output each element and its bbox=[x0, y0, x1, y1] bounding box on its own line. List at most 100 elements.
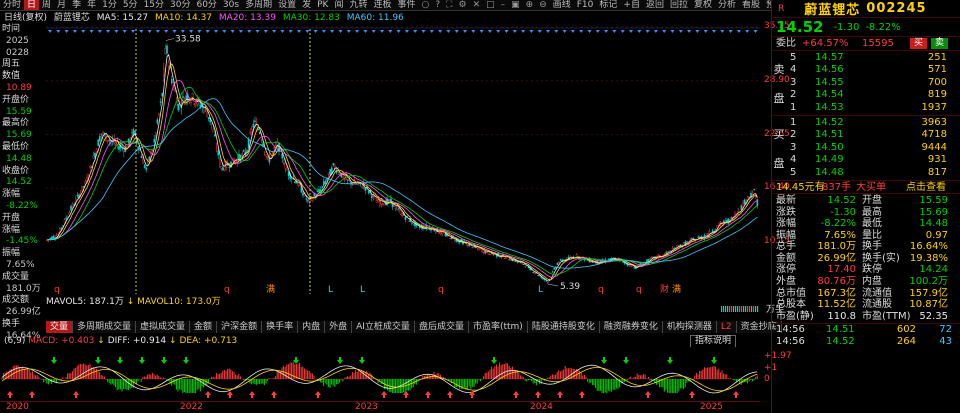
event-mark[interactable]: L bbox=[538, 285, 543, 295]
bid-row[interactable]: 5 14.48 817 bbox=[772, 167, 960, 179]
event-mark[interactable]: q bbox=[438, 285, 444, 295]
indicator-tab-11[interactable]: 陆股通持股变化 bbox=[527, 321, 600, 333]
period-tab-1[interactable]: 日 bbox=[24, 0, 40, 10]
event-mark[interactable]: q bbox=[224, 285, 230, 295]
period-tab-11[interactable]: 30s bbox=[220, 0, 242, 10]
tool-button-r2-7[interactable]: 分析 bbox=[715, 0, 739, 10]
candle-body bbox=[63, 219, 66, 224]
stat-value: -1.30 bbox=[830, 206, 856, 218]
ask-row[interactable]: 1 14.53 1937 bbox=[772, 102, 960, 114]
candle-body bbox=[70, 205, 72, 211]
info-value: 2025 bbox=[6, 35, 29, 46]
period-tab-13[interactable]: 设置 bbox=[275, 0, 299, 10]
question-icon[interactable]: ? bbox=[432, 0, 443, 10]
window-icon[interactable]: ▣ bbox=[508, 0, 523, 10]
period-tab-4[interactable]: 季 bbox=[69, 0, 84, 10]
candle-body bbox=[731, 217, 733, 219]
indicator-tab-1[interactable]: 多周期成交量 bbox=[73, 321, 137, 333]
tool-button-r2-5[interactable]: 回拉 bbox=[667, 0, 691, 10]
tool-button-4[interactable]: 连板 bbox=[371, 0, 395, 10]
event-mark[interactable]: q bbox=[636, 285, 642, 295]
tool-button-r2-1[interactable]: F10 bbox=[574, 0, 597, 10]
candle-body bbox=[705, 235, 707, 237]
event-mark[interactable]: L bbox=[328, 285, 333, 295]
event-mark[interactable]: q bbox=[54, 285, 60, 295]
candlestick-chart[interactable]: 33.585.39q q 满 L Lq Lq q 财满MAVOL5: 187.1万 ↓ MAV… bbox=[46, 24, 760, 314]
event-mark[interactable]: 满 bbox=[672, 284, 681, 295]
zoom-in-icon[interactable]: ⊕ bbox=[523, 0, 537, 10]
ask-row[interactable]: 3 14.55 700 bbox=[772, 77, 960, 89]
bid-row[interactable]: 2 14.51 4718 bbox=[772, 129, 960, 141]
ask-row[interactable]: 5 14.57 251 bbox=[772, 52, 960, 64]
indicator-tab-4[interactable]: 沪深金额 bbox=[217, 321, 263, 333]
volume-bar bbox=[739, 306, 741, 312]
period-tab-7[interactable]: 5分 bbox=[120, 0, 141, 10]
big-order-link[interactable]: 点击查看 bbox=[906, 181, 946, 193]
macd-chart[interactable] bbox=[0, 347, 760, 400]
indicator-tab-9[interactable]: 盘后成交量 bbox=[414, 321, 469, 333]
indicator-tab-7[interactable]: 外盘 bbox=[325, 321, 353, 333]
event-mark[interactable]: 满 bbox=[266, 284, 275, 295]
period-tab-12[interactable]: 多周期 bbox=[242, 0, 275, 10]
price-change-pct: -8.22% bbox=[865, 21, 901, 33]
bid-row[interactable]: 1 14.52 3963 bbox=[772, 117, 960, 129]
indicator-tab-8[interactable]: AI立桩成交量 bbox=[352, 321, 415, 333]
event-mark[interactable]: L bbox=[360, 285, 365, 295]
tool-button-2[interactable]: 闻 bbox=[331, 0, 346, 10]
indicator-tab-0[interactable]: 交量 bbox=[46, 321, 74, 333]
indicator-tab-6[interactable]: 内盘 bbox=[298, 321, 326, 333]
indicator-tab-3[interactable]: 金额 bbox=[190, 321, 218, 333]
indicator-tab-12[interactable]: 融资融券变化 bbox=[599, 321, 663, 333]
ask-row[interactable]: 4 14.56 571 bbox=[772, 64, 960, 76]
tool-button-r2-4[interactable]: 返回 bbox=[643, 0, 667, 10]
gear-icon[interactable]: ⚙ bbox=[455, 0, 469, 10]
tool-button-r2-6[interactable]: 复权 bbox=[691, 0, 715, 10]
cursor-info-panel: 时间 2025 0228 周五 数值 10.89 开盘价 15.59 最高价 15.69 最低价 14… bbox=[0, 24, 46, 364]
macd-params: (6,9) bbox=[4, 336, 26, 346]
info-value: 15.69 bbox=[6, 130, 32, 141]
tool-button-r2-9[interactable]: 预明 bbox=[763, 0, 771, 10]
period-tab-9[interactable]: 30分 bbox=[167, 0, 193, 10]
period-tab-0[interactable]: 分时 bbox=[0, 0, 24, 10]
close-icon[interactable]: ✕ bbox=[470, 0, 484, 10]
indicator-tab-13[interactable]: 机构探测器 bbox=[662, 321, 717, 333]
level-price: 14.53 bbox=[815, 101, 844, 113]
event-mark[interactable]: q bbox=[598, 285, 604, 295]
chart-type-label[interactable]: 日线(复权) bbox=[4, 13, 47, 23]
maximize-icon[interactable]: □ bbox=[483, 0, 498, 10]
candle-body bbox=[607, 259, 610, 261]
date-axis: 2020 2022 2023 2024 2025 bbox=[0, 401, 760, 413]
indicator-tab-10[interactable]: 市盈率(ttm) bbox=[468, 321, 528, 333]
tool-button-r2-8[interactable]: 看股 bbox=[739, 0, 763, 10]
tool-button-5[interactable]: 事件 bbox=[395, 0, 419, 10]
tool-button-r2-2[interactable]: 标记 bbox=[596, 0, 620, 10]
event-mark[interactable]: 财 bbox=[660, 283, 669, 295]
period-tab-10[interactable]: 60分 bbox=[193, 0, 219, 10]
indicator-tab-5[interactable]: 换手率 bbox=[262, 321, 299, 333]
candle-body bbox=[81, 186, 83, 192]
minimize-icon[interactable]: – bbox=[498, 0, 509, 10]
bid-row[interactable]: 4 14.49 931 bbox=[772, 154, 960, 166]
candle-body bbox=[347, 179, 349, 181]
bid-row[interactable]: 3 14.50 9444 bbox=[772, 142, 960, 154]
candle-body bbox=[510, 259, 512, 261]
buy-button[interactable]: 买 bbox=[910, 38, 928, 49]
period-tab-8[interactable]: 15分 bbox=[141, 0, 167, 10]
indicator-tab-2[interactable]: 虚拟成交量 bbox=[136, 321, 191, 333]
tool-button-3[interactable]: 九转 bbox=[346, 0, 370, 10]
tool-button-r2-0[interactable]: 画线 bbox=[550, 0, 574, 10]
candle-body bbox=[92, 155, 95, 159]
period-tab-2[interactable]: 周 bbox=[39, 0, 54, 10]
candle-body bbox=[107, 139, 109, 142]
tool-button-r2-3[interactable]: +自 bbox=[620, 0, 643, 10]
period-tab-5[interactable]: 年 bbox=[84, 0, 99, 10]
sell-button[interactable]: 卖 bbox=[931, 38, 949, 49]
tool-button-0[interactable]: 发 bbox=[299, 0, 314, 10]
period-tab-3[interactable]: 月 bbox=[54, 0, 69, 10]
tool-button-1[interactable]: PK bbox=[314, 0, 331, 10]
period-tab-6[interactable]: 1分 bbox=[99, 0, 120, 10]
zoom-out-icon[interactable]: ⊖ bbox=[536, 0, 550, 10]
fullscreen-icon[interactable]: ⛶ bbox=[443, 0, 455, 10]
ask-row[interactable]: 2 14.54 819 bbox=[772, 89, 960, 101]
circle-icon[interactable]: ○ bbox=[419, 0, 433, 10]
